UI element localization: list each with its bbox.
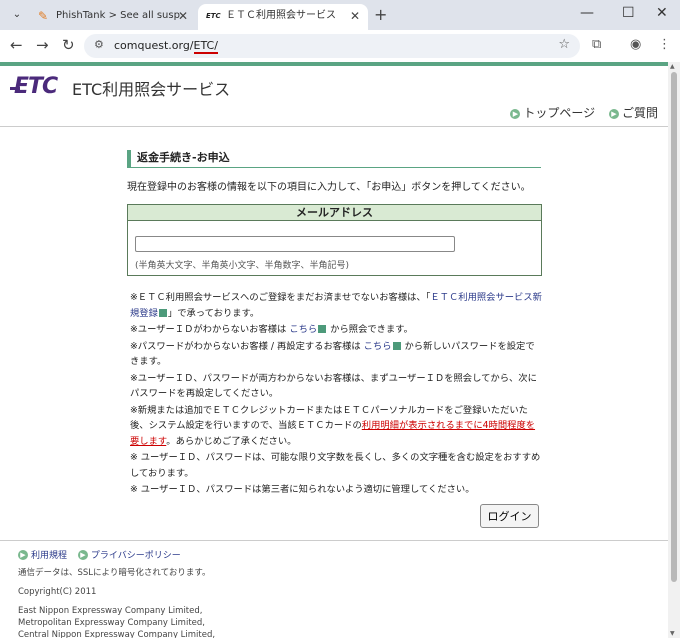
form-description: 現在登録中のお客様の情報を以下の項目に入力して、「お申込」ボタンを押してください… xyxy=(127,182,531,193)
header-divider xyxy=(0,126,668,127)
url-text: comquest.org/ETC/ xyxy=(114,39,218,54)
close-window-icon[interactable]: ✕ xyxy=(656,5,668,21)
arrow-right-icon: ▶ xyxy=(18,550,28,560)
login-button[interactable]: ログイン xyxy=(480,504,539,528)
phishtank-favicon-icon: ✎ xyxy=(37,9,49,23)
footer-divider xyxy=(0,540,668,541)
notes-list: ※ＥＴＣ利用照会サービスへのご登録をまだお済ませでないお客様は、「ＥＴＣ利用照会… xyxy=(130,290,542,499)
reload-icon[interactable]: ↻ xyxy=(62,36,75,54)
terms-link[interactable]: ▶ 利用規程 xyxy=(18,550,67,561)
etc-logo: ETC xyxy=(10,74,58,99)
url-bar[interactable]: ⚙ comquest.org/ETC/ ☆ xyxy=(84,34,580,58)
tab-phishtank[interactable]: ✎ PhishTank > See all suspected p ✕ xyxy=(28,4,196,30)
site-info-icon[interactable]: ⚙ xyxy=(94,38,104,51)
page-content: ETC ETC利用照会サービス ▶ トップページ ▶ ご質問 返金手続き-お申込 現… xyxy=(0,62,668,638)
email-label: メールアドレス xyxy=(128,205,541,221)
extensions-icon[interactable]: ⧉ xyxy=(592,37,601,52)
top-page-link[interactable]: ▶ トップページ xyxy=(510,106,595,120)
address-toolbar: ← → ↻ ⚙ comquest.org/ETC/ ☆ ⧉ ◉ ⋮ xyxy=(0,30,680,62)
note-item: ※パスワードがわからないお客様 / 再設定するお客様は こちら から新しいパスワ… xyxy=(130,340,535,368)
menu-icon[interactable]: ⋮ xyxy=(658,37,671,52)
arrow-right-icon: ▶ xyxy=(510,109,521,119)
password-reset-link[interactable]: こちら xyxy=(364,341,392,352)
scroll-up-icon[interactable]: ▲ xyxy=(670,63,675,70)
arrow-right-icon: ▶ xyxy=(608,109,619,119)
back-icon[interactable]: ← xyxy=(10,36,23,54)
tab-title: PhishTank > See all suspected p xyxy=(56,10,180,21)
forward-icon[interactable]: → xyxy=(36,36,49,54)
page-scrollbar[interactable]: ▲ ▼ xyxy=(668,62,680,638)
maximize-icon[interactable]: ☐ xyxy=(622,5,635,21)
external-link-icon xyxy=(392,341,401,350)
email-field[interactable] xyxy=(135,236,455,252)
company-name: Metropolitan Expressway Company Limited, xyxy=(18,618,205,628)
faq-link[interactable]: ▶ ご質問 xyxy=(608,106,658,120)
external-link-icon xyxy=(158,308,167,317)
note-item: ※ユーザーＩＤがわからないお客様は こちら から照会できます。 xyxy=(130,324,413,335)
tab-etc[interactable]: ETC ＥＴＣ利用照会サービス ✕ xyxy=(198,4,368,30)
scroll-down-icon[interactable]: ▼ xyxy=(670,630,675,637)
external-link-icon xyxy=(318,325,327,333)
copyright: Copyright(C) 2011 xyxy=(18,587,97,597)
minimize-icon[interactable]: — xyxy=(580,5,594,21)
tab-title: ＥＴＣ利用照会サービス xyxy=(226,10,336,21)
company-name: East Nippon Expressway Company Limited, xyxy=(18,606,203,616)
note-item: ※ユーザーＩＤ、パスワードが両方わからないお客様は、まずユーザーＩＤを照会してか… xyxy=(130,372,537,400)
section-title: 返金手続き-お申込 xyxy=(127,150,541,168)
tab-bar: ⌄ ✎ PhishTank > See all suspected p ✕ ET… xyxy=(0,0,680,30)
tab-search-icon[interactable]: ⌄ xyxy=(8,6,26,24)
tab-close-icon[interactable]: ✕ xyxy=(350,4,360,28)
note-item: ※ＥＴＣ利用照会サービスへのご登録をまだお済ませでないお客様は、「ＥＴＣ利用照会… xyxy=(130,292,542,319)
new-tab-icon[interactable]: + xyxy=(374,5,387,24)
arrow-right-icon: ▶ xyxy=(77,550,88,560)
header-links: ▶ トップページ ▶ ご質問 xyxy=(500,104,658,121)
email-hint: (半角英大文字、半角英小文字、半角数字、半角記号) xyxy=(135,261,350,271)
note-item: ※ ユーザーＩＤ、パスワードは、可能な限り文字数を長くし、多くの文字種を含む設定… xyxy=(130,452,541,479)
note-item: ※ ユーザーＩＤ、パスワードは第三者に知られないよう適切に管理してください。 xyxy=(130,484,475,495)
etc-favicon-icon: ETC xyxy=(206,12,221,20)
privacy-link[interactable]: ▶ プライバシーポリシー xyxy=(77,550,181,561)
url-path-highlight: ETC/ xyxy=(193,39,218,54)
company-name: Central Nippon Expressway Company Limite… xyxy=(18,630,216,638)
ssl-notice: 通信データは、SSLにより暗号化されております。 xyxy=(18,568,211,578)
email-form-box: メールアドレス (半角英大文字、半角英小文字、半角数字、半角記号) xyxy=(127,204,542,276)
note-item: ※新規または追加でＥＴＣクレジットカードまたはＥＴＣパーソナルカードをご登録いた… xyxy=(130,404,536,447)
scrollbar-thumb[interactable] xyxy=(671,72,677,582)
header-accent-line xyxy=(0,62,668,66)
tab-close-icon[interactable]: ✕ xyxy=(178,4,188,28)
footer-links: ▶ 利用規程 ▶ プライバシーポリシー xyxy=(18,548,189,561)
profile-icon[interactable]: ◉ xyxy=(630,37,641,52)
bookmark-star-icon[interactable]: ☆ xyxy=(558,37,570,52)
service-title: ETC利用照会サービス xyxy=(72,80,231,99)
userid-lookup-link[interactable]: こちら xyxy=(289,324,317,335)
